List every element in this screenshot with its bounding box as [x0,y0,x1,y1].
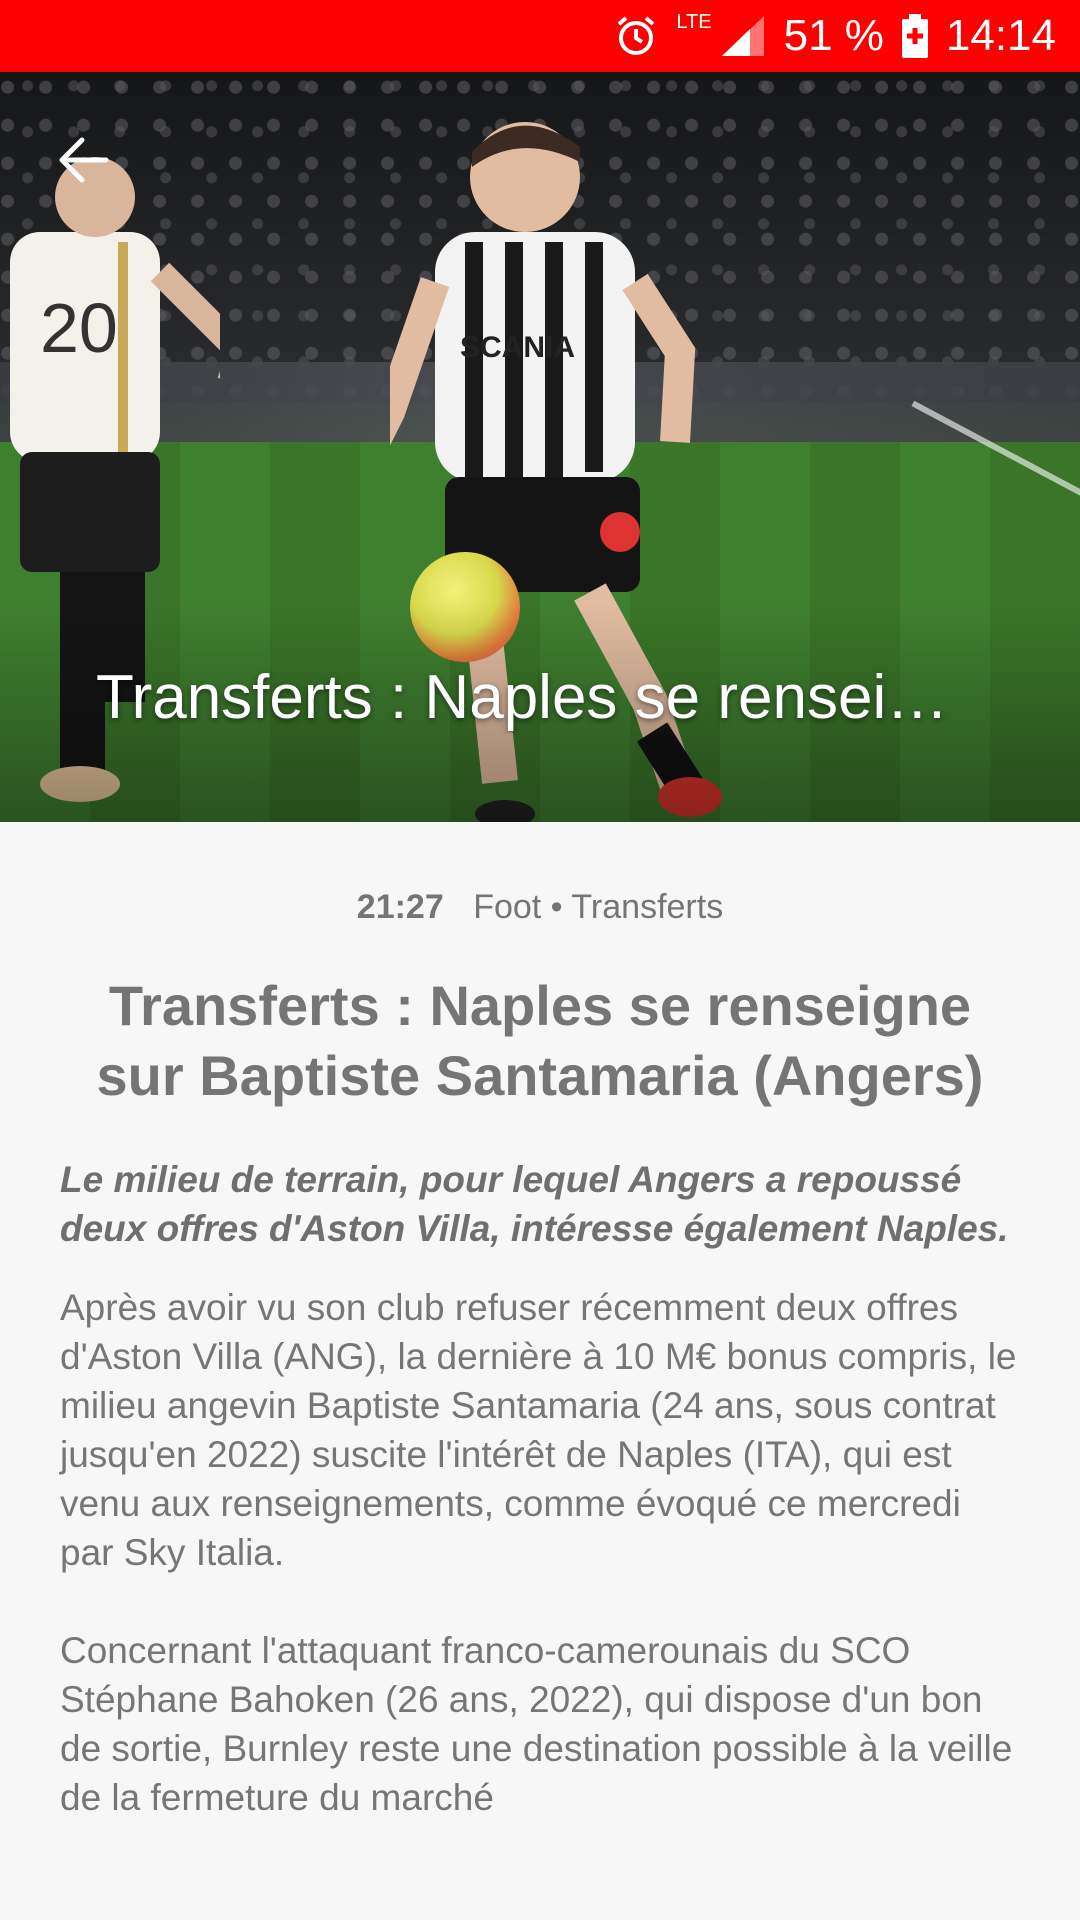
article-time: 21:27 [356,888,444,926]
clock: 14:14 [945,11,1056,60]
article-paragraph: Après avoir vu son club refuser récemmen… [60,1287,1017,1573]
svg-text:20: 20 [40,289,118,367]
alarm-icon [614,14,658,58]
hero-image: 20 SCANIA Transferts : Naples se rensei… [0,72,1080,822]
article-paragraph: Concernant l'attaquant franco-camerounai… [60,1630,1013,1818]
signal-icon [720,14,766,58]
status-bar: LTE 51 % 14:14 [0,0,1080,72]
battery-percent: 51 % [783,11,884,60]
article-lede: Le milieu de terrain, pour lequel Angers… [60,1159,1009,1249]
hero-title: Transferts : Naples se rensei… [96,663,949,732]
svg-text:SCANIA: SCANIA [460,331,575,364]
article-body: Après avoir vu son club refuser récemmen… [60,1283,1020,1822]
article-meta: 21:27 Foot • Transferts [60,888,1020,927]
arrow-left-icon [59,137,109,183]
article-content: 21:27 Foot • Transferts Transferts : Nap… [0,822,1080,1822]
network-type: LTE [676,10,712,33]
battery-icon [901,14,928,58]
article-headline: Transferts : Naples se renseigne sur Bap… [96,974,984,1107]
article-category[interactable]: Foot • Transferts [473,888,723,926]
back-button[interactable] [52,128,116,192]
